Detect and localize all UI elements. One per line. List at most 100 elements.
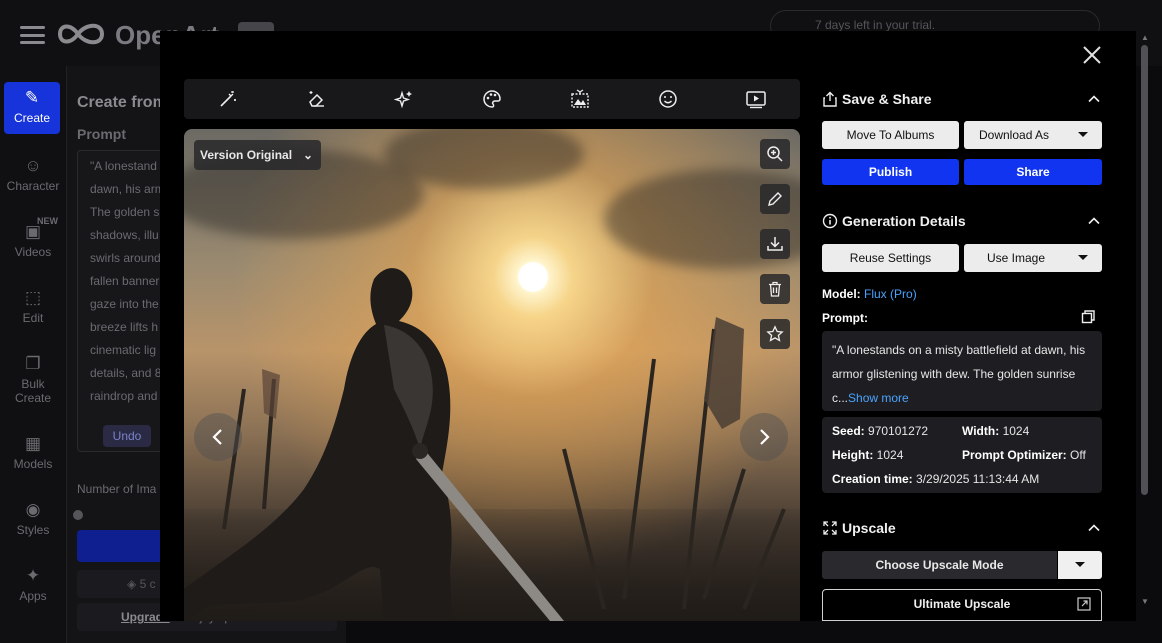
model-link[interactable]: Flux (Pro) bbox=[864, 287, 917, 301]
prompt-line: details, and 8 bbox=[90, 366, 162, 380]
hamburger-menu-icon[interactable] bbox=[20, 26, 45, 44]
videos-icon: ▣ bbox=[24, 222, 42, 241]
sidebar-item-character[interactable]: ☺ Character bbox=[0, 156, 66, 193]
sidebar-item-models[interactable]: ▦ Models bbox=[0, 434, 66, 471]
section-title: Save & Share bbox=[842, 91, 932, 107]
prompt-line: dawn, his arm bbox=[90, 182, 165, 196]
video-play-icon[interactable] bbox=[743, 86, 769, 112]
pencil-icon bbox=[768, 192, 782, 206]
chevron-up-icon[interactable] bbox=[1086, 520, 1102, 536]
download-button[interactable] bbox=[760, 229, 790, 259]
prompt-line: breeze lifts h bbox=[90, 320, 159, 334]
num-images-label: Number of Ima bbox=[77, 482, 157, 496]
magic-wand-icon[interactable] bbox=[215, 86, 241, 112]
download-as-button[interactable]: Download As bbox=[964, 121, 1102, 149]
delete-button[interactable] bbox=[760, 274, 790, 304]
num-images-slider[interactable] bbox=[73, 510, 83, 520]
close-icon[interactable] bbox=[1080, 43, 1104, 67]
scroll-thumb[interactable] bbox=[1141, 45, 1148, 495]
generation-details-header[interactable]: Generation Details bbox=[822, 209, 1102, 233]
trash-icon bbox=[769, 281, 781, 297]
prompt-line: fallen banner bbox=[90, 274, 160, 288]
knight-silhouette bbox=[184, 268, 786, 621]
seed-row: Seed: 970101272 bbox=[832, 424, 929, 438]
expand-icon bbox=[823, 521, 837, 535]
image-expand-icon[interactable] bbox=[567, 86, 593, 112]
edit-icon: ⬚ bbox=[24, 288, 42, 307]
upscale-mode-select: Choose Upscale Mode bbox=[822, 551, 1102, 579]
prompt-line: "A lonestand bbox=[90, 159, 157, 173]
prompt-label: Prompt: bbox=[822, 311, 868, 325]
chevron-up-icon[interactable] bbox=[1086, 213, 1102, 229]
height-row: Height: 1024 bbox=[832, 448, 904, 462]
favorite-button[interactable] bbox=[760, 319, 790, 349]
copy-icon[interactable] bbox=[1080, 309, 1096, 325]
section-title: Generation Details bbox=[842, 213, 966, 229]
section-title: Upscale bbox=[842, 520, 896, 536]
caret-down-icon bbox=[1078, 132, 1088, 137]
character-icon: ☺ bbox=[24, 156, 42, 175]
edit-button[interactable] bbox=[760, 184, 790, 214]
prompt-line: swirls around bbox=[90, 251, 161, 265]
sidebar-item-create[interactable]: ✎ Create bbox=[4, 82, 60, 134]
zoom-in-button[interactable] bbox=[760, 139, 790, 169]
save-share-header[interactable]: Save & Share bbox=[822, 87, 1102, 111]
bulk-create-icon: ❐ bbox=[25, 354, 41, 373]
prompt-line: cinematic lig bbox=[90, 343, 157, 357]
edit-toolbar bbox=[184, 79, 800, 119]
zoom-in-icon bbox=[767, 146, 783, 162]
version-label: Version Original bbox=[200, 148, 293, 162]
model-row: Model: Flux (Pro) bbox=[822, 287, 917, 301]
prompt-line: shadows, illu bbox=[90, 228, 159, 242]
choose-upscale-mode-button[interactable]: Choose Upscale Mode bbox=[822, 551, 1057, 579]
download-icon bbox=[767, 237, 783, 251]
eraser-icon[interactable] bbox=[303, 86, 329, 112]
upscale-header[interactable]: Upscale bbox=[822, 516, 1102, 540]
chevron-down-icon: ⌄ bbox=[302, 148, 313, 162]
create-icon: ✎ bbox=[24, 88, 40, 107]
previous-image-button[interactable] bbox=[194, 413, 242, 461]
sidebar: ✎ Create NEW ☺ Character ▣ Videos ⬚ Edit… bbox=[0, 66, 66, 643]
share-button[interactable]: Share bbox=[964, 159, 1102, 185]
sidebar-item-label: Videos bbox=[14, 245, 52, 259]
sidebar-item-bulk-create[interactable]: ❐ Bulk Create bbox=[0, 354, 66, 405]
reuse-settings-button[interactable]: Reuse Settings bbox=[822, 244, 959, 272]
prompt-line: gaze into the bbox=[90, 297, 159, 311]
openart-logo-icon bbox=[57, 23, 105, 45]
sidebar-item-label: Styles bbox=[16, 523, 50, 537]
external-link-icon bbox=[1077, 597, 1091, 611]
scroll-up-icon[interactable]: ▲ bbox=[1140, 33, 1150, 43]
ultimate-upscale-button[interactable]: Ultimate Upscale bbox=[822, 589, 1102, 621]
sparkles-icon[interactable] bbox=[391, 86, 417, 112]
info-icon bbox=[822, 213, 838, 229]
undo-button[interactable]: Undo bbox=[103, 425, 151, 447]
face-icon[interactable] bbox=[655, 86, 681, 112]
sidebar-item-label: Edit bbox=[22, 311, 44, 325]
next-image-button[interactable] bbox=[740, 413, 788, 461]
show-more-link[interactable]: Show more bbox=[848, 391, 909, 405]
sidebar-item-apps[interactable]: ✦ Apps bbox=[0, 566, 66, 603]
star-icon bbox=[766, 325, 784, 342]
generated-image[interactable]: Version Original ⌄ bbox=[184, 129, 800, 621]
creation-time-row: Creation time: 3/29/2025 11:13:44 AM bbox=[832, 472, 1040, 486]
prompt-line: The golden s bbox=[90, 205, 160, 219]
chevron-right-icon bbox=[760, 429, 770, 445]
generation-params-box: Seed: 970101272 Width: 1024 Height: 1024… bbox=[822, 417, 1102, 493]
upscale-mode-dropdown[interactable] bbox=[1058, 551, 1102, 579]
publish-button[interactable]: Publish bbox=[822, 159, 959, 185]
sidebar-item-styles[interactable]: ◉ Styles bbox=[0, 500, 66, 537]
chevron-up-icon[interactable] bbox=[1086, 91, 1102, 107]
move-to-albums-button[interactable]: Move To Albums bbox=[822, 121, 959, 149]
share-upload-icon bbox=[823, 91, 837, 107]
scrollbar[interactable]: ▲ ▼ bbox=[1139, 31, 1151, 611]
details-panel: Save & Share Move To Albums Download As … bbox=[822, 79, 1102, 621]
palette-icon[interactable] bbox=[479, 86, 505, 112]
use-image-button[interactable]: Use Image bbox=[964, 244, 1102, 272]
version-selector[interactable]: Version Original ⌄ bbox=[194, 140, 321, 170]
prompt-optimizer-row: Prompt Optimizer: Off bbox=[962, 448, 1086, 462]
sidebar-item-edit[interactable]: ⬚ Edit bbox=[0, 288, 66, 325]
sidebar-item-label: Character bbox=[6, 179, 60, 193]
scroll-down-icon[interactable]: ▼ bbox=[1140, 597, 1150, 607]
sidebar-item-label: Create bbox=[13, 111, 51, 125]
sidebar-item-videos[interactable]: ▣ Videos bbox=[0, 222, 66, 259]
